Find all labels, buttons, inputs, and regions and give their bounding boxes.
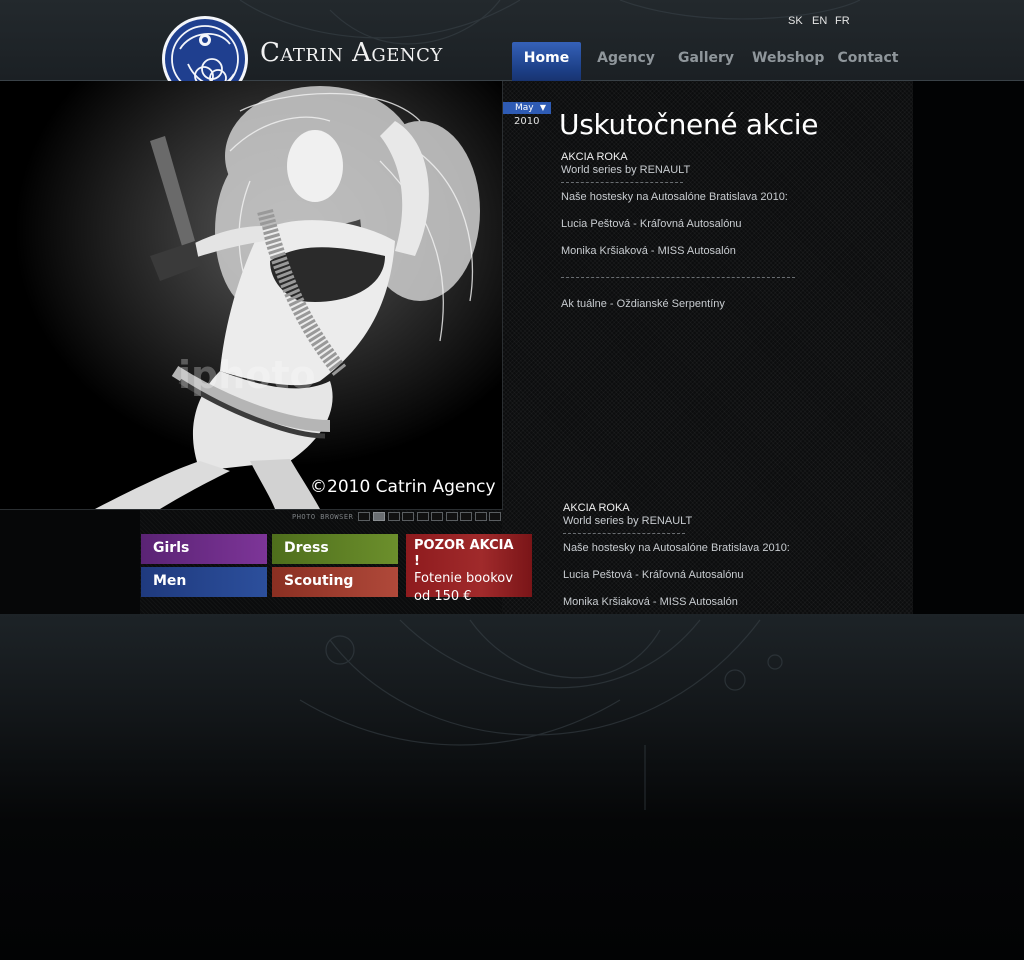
category-scouting-button[interactable]: Scouting (272, 567, 398, 597)
news-subheading: World series by RENAULT (563, 515, 693, 527)
promo-title: POZOR AKCIA ! (414, 538, 514, 569)
photo-browser-dot[interactable] (460, 512, 472, 521)
nav-contact[interactable]: Contact (836, 42, 900, 78)
promo-price: od 150 € (414, 589, 472, 604)
photo-browser-dot-active[interactable] (373, 512, 385, 521)
photo-browser-dot[interactable] (489, 512, 501, 521)
brand-name[interactable]: Catrin Agency (260, 38, 443, 68)
article-subheading: World series by RENAULT (561, 164, 691, 176)
photo-browser-dot[interactable] (475, 512, 487, 521)
hero-photo[interactable]: iphoto (0, 81, 503, 510)
news-line: Naše hostesky na Autosalóne Bratislava 2… (563, 542, 790, 554)
photo-browser-dot[interactable] (388, 512, 400, 521)
model-photo-image (0, 81, 502, 509)
article-line: Naše hostesky na Autosalóne Bratislava 2… (561, 191, 788, 203)
article-line: Lucia Peštová - Kráľovná Autosalónu (561, 218, 742, 230)
news-heading: AKCIA ROKA (563, 502, 630, 514)
article-line[interactable]: Ak tuálne - Oždianské Serpentíny (561, 298, 725, 310)
news-line: Monika Kršiaková - MISS Autosalón (563, 596, 738, 608)
promo-offer-button[interactable]: POZOR AKCIA ! Fotenie bookov od 150 € (406, 534, 532, 604)
promo-line: Fotenie bookov (414, 571, 513, 586)
year-label[interactable]: 2010 (514, 116, 539, 127)
divider (563, 533, 685, 534)
news-line: Lucia Peštová - Kráľovná Autosalónu (563, 569, 744, 581)
language-fr[interactable]: FR (835, 15, 850, 27)
nav-agency[interactable]: Agency (594, 42, 658, 78)
photo-browser-dot[interactable] (431, 512, 443, 521)
photo-browser-label: PHOTO BROWSER (292, 513, 354, 521)
nav-gallery[interactable]: Gallery (675, 42, 737, 78)
divider (561, 277, 795, 278)
language-en[interactable]: EN (812, 15, 827, 27)
nav-home[interactable]: Home (512, 42, 581, 82)
article-heading: AKCIA ROKA (561, 151, 628, 163)
language-sk[interactable]: SK (788, 15, 803, 27)
photo-browser-dot[interactable] (446, 512, 458, 521)
photo-browser-dot[interactable] (358, 512, 370, 521)
chevron-down-icon: ▼ (539, 103, 546, 112)
article-line: Monika Kršiaková - MISS Autosalón (561, 245, 736, 257)
photo-browser-dot[interactable] (402, 512, 414, 521)
month-label: May (515, 103, 534, 113)
photo-watermark: iphoto (178, 353, 316, 397)
divider (561, 182, 683, 183)
photo-browser-dot[interactable] (417, 512, 429, 521)
category-men-button[interactable]: Men (141, 567, 267, 597)
page-title: Uskutočnené akcie (559, 108, 819, 141)
photo-caption: ©2010 Catrin Agency (310, 477, 496, 497)
month-select[interactable]: May ▼ (503, 102, 551, 114)
nav-webshop[interactable]: Webshop (752, 42, 824, 78)
footer-band (0, 614, 1024, 960)
category-girls-button[interactable]: Girls (141, 534, 267, 564)
category-dress-button[interactable]: Dress (272, 534, 398, 564)
